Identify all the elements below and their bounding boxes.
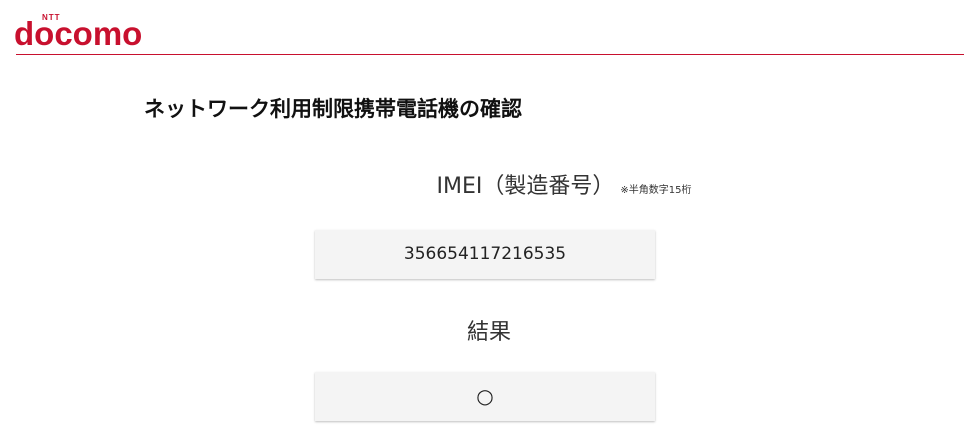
imei-label-row: IMEI（製造番号） ※半角数字15桁 xyxy=(0,168,978,200)
imei-format-note: ※半角数字15桁 xyxy=(620,185,692,196)
logo-wordmark: docomo xyxy=(14,15,143,52)
imei-label: IMEI（製造番号） xyxy=(436,174,615,199)
docomo-logo[interactable]: NTT docomo xyxy=(14,10,164,52)
page-title: ネットワーク利用制限携帯電話機の確認 xyxy=(144,97,522,121)
result-value-field: ○ xyxy=(315,372,655,421)
header-divider xyxy=(16,54,964,55)
site-header: NTT docomo xyxy=(0,0,978,56)
result-label: 結果 xyxy=(466,320,511,345)
imei-value-field: 356654117216535 xyxy=(315,230,655,279)
